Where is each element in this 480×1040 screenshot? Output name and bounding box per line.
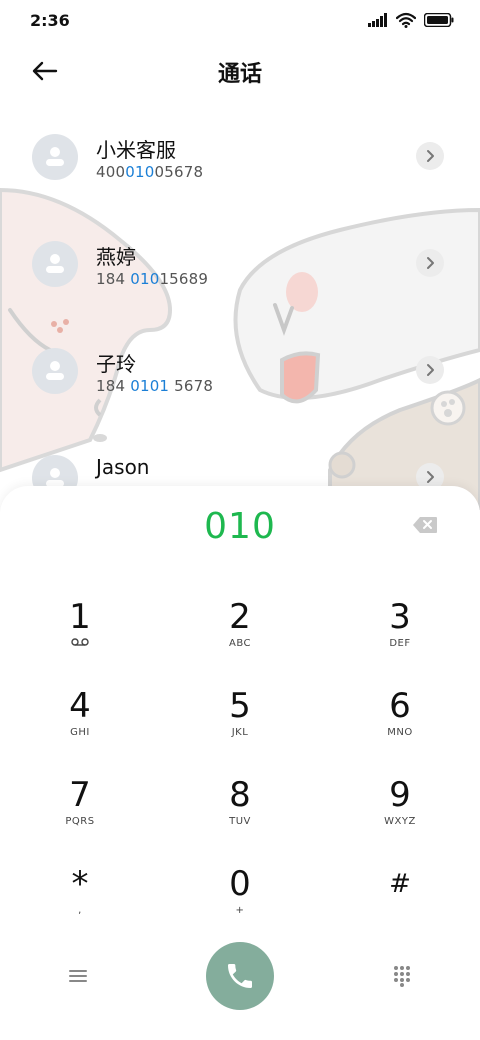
- key-letters: ,: [78, 905, 82, 916]
- keypad-icon: [394, 966, 410, 987]
- signal-icon: [368, 13, 387, 27]
- contact-detail-button[interactable]: [416, 356, 444, 384]
- avatar: [32, 348, 78, 394]
- page-title: 通话: [217, 62, 262, 87]
- key-digit: #: [389, 869, 411, 899]
- key-digit: 4: [69, 686, 91, 726]
- header: 通话: [0, 40, 480, 102]
- contact-detail-button[interactable]: [416, 142, 444, 170]
- backspace-button[interactable]: [408, 512, 442, 538]
- key-digit: 5: [229, 686, 251, 726]
- contact-name: 小米客服: [96, 138, 176, 162]
- menu-button[interactable]: [62, 960, 94, 992]
- key-hash[interactable]: #: [340, 865, 460, 945]
- key-digit: 7: [69, 775, 91, 815]
- key-digit: 9: [389, 775, 411, 815]
- keypad-toggle-button[interactable]: [386, 960, 418, 992]
- key-letters: DEF: [389, 638, 411, 649]
- contact-number: 40001005678: [96, 163, 204, 181]
- key-letters: TUV: [229, 816, 251, 827]
- key-letters: JKL: [231, 727, 249, 738]
- key-digit: 0: [229, 864, 251, 904]
- key-1[interactable]: 1: [20, 598, 140, 678]
- key-6[interactable]: 6 MNO: [340, 687, 460, 767]
- backspace-icon: [413, 517, 437, 533]
- contact-row[interactable]: 小米客服 40001005678: [0, 104, 480, 211]
- avatar: [32, 134, 78, 180]
- key-4[interactable]: 4 GHI: [20, 687, 140, 767]
- dialpad-panel: 010 1 2 ABC 3 DEF 4 GHI 5 JKL 6 MNO 7 PQ…: [0, 486, 480, 1040]
- status-icons: [368, 12, 454, 28]
- key-3[interactable]: 3 DEF: [340, 598, 460, 678]
- key-letters: MNO: [387, 727, 413, 738]
- phone-icon: [228, 964, 252, 988]
- contact-number: 184 01015689: [96, 270, 209, 288]
- contact-row[interactable]: 燕婷 184 01015689: [0, 211, 480, 318]
- wifi-icon: [396, 12, 416, 28]
- key-2[interactable]: 2 ABC: [180, 598, 300, 678]
- chevron-right-icon: [427, 471, 434, 483]
- contact-name: 燕婷: [96, 245, 136, 269]
- call-button[interactable]: [206, 942, 274, 1010]
- key-letters: ABC: [228, 638, 251, 649]
- key-letters: PQRS: [65, 816, 95, 827]
- chevron-right-icon: [427, 150, 434, 162]
- contact-name: 子玲: [96, 352, 136, 376]
- contact-detail-button[interactable]: [416, 249, 444, 277]
- contact-row[interactable]: 子玲 184 0101 5678: [0, 318, 480, 425]
- dialer-bottom-bar: [0, 942, 480, 1012]
- key-0[interactable]: 0 +: [180, 865, 300, 945]
- key-digit: 6: [389, 686, 411, 726]
- key-letters: WXYZ: [384, 816, 416, 827]
- key-digit: *: [71, 864, 89, 904]
- key-7[interactable]: 7 PQRS: [20, 776, 140, 856]
- key-digit: 2: [229, 597, 251, 637]
- voicemail-icon: [20, 638, 140, 649]
- key-star[interactable]: * ,: [20, 865, 140, 945]
- menu-icon: [69, 970, 87, 982]
- key-digit: 3: [389, 597, 411, 637]
- status-time: 2:36: [30, 11, 70, 30]
- person-icon: [46, 147, 64, 166]
- person-icon: [46, 361, 64, 380]
- key-8[interactable]: 8 TUV: [180, 776, 300, 856]
- contact-number: 184 0101 5678: [96, 377, 214, 395]
- person-icon: [46, 254, 64, 273]
- key-letters: GHI: [70, 727, 90, 738]
- key-5[interactable]: 5 JKL: [180, 687, 300, 767]
- key-digit: 1: [69, 597, 91, 637]
- chevron-right-icon: [427, 364, 434, 376]
- key-letters: +: [235, 905, 245, 916]
- key-digit: 8: [229, 775, 251, 815]
- chevron-right-icon: [427, 257, 434, 269]
- battery-icon: [424, 13, 454, 27]
- status-bar: 2:36: [0, 0, 480, 40]
- contact-name: Jason: [96, 455, 150, 479]
- avatar: [32, 241, 78, 287]
- key-9[interactable]: 9 WXYZ: [340, 776, 460, 856]
